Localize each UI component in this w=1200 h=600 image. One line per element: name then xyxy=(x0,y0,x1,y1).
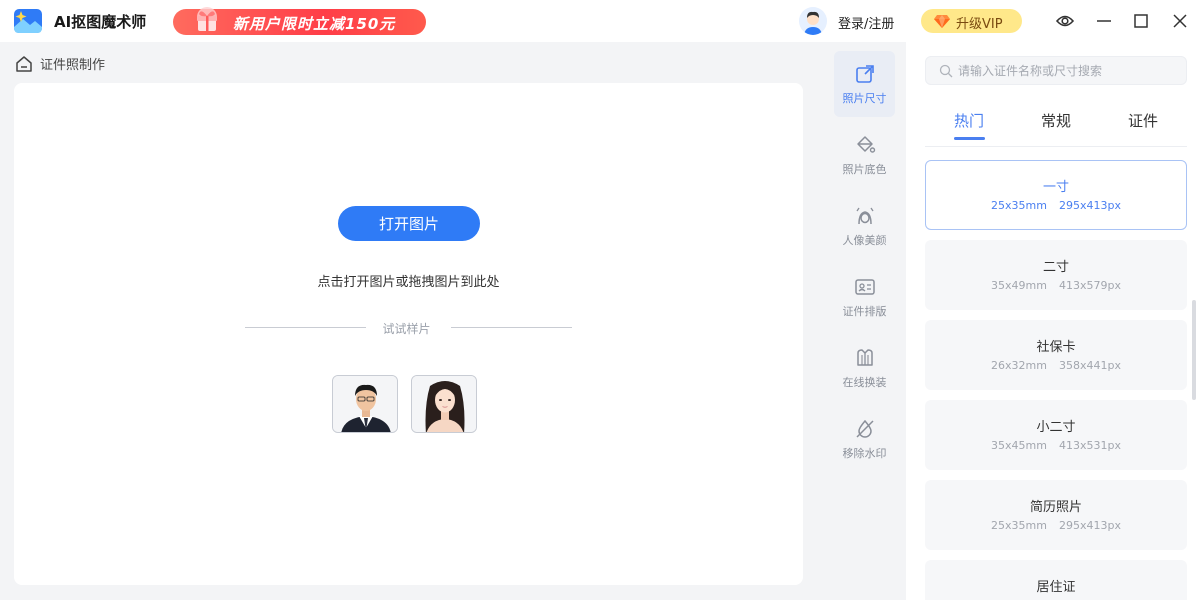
search-input[interactable] xyxy=(958,62,1178,80)
tool-portrait-beauty[interactable]: 人像美颜 xyxy=(834,193,895,259)
suit-icon xyxy=(856,349,873,366)
sample-photo-male[interactable] xyxy=(332,375,398,433)
male-portrait-icon xyxy=(333,376,397,432)
size-dims: 25x35mm 295x413px xyxy=(991,199,1121,212)
breadcrumb[interactable]: 证件照制作 xyxy=(15,54,105,73)
tool-label: 人像美颜 xyxy=(842,234,887,247)
upgrade-vip-button[interactable]: 升级VIP xyxy=(921,9,1022,33)
diamond-icon xyxy=(934,15,950,28)
user-avatar-icon xyxy=(799,7,827,35)
divider-left xyxy=(245,327,366,328)
size-name: 二寸 xyxy=(1042,260,1069,275)
tool-remove-watermark[interactable]: 移除水印 xyxy=(834,406,895,472)
portrait-beauty-icon xyxy=(855,207,874,225)
size-card-resume[interactable]: 简历照片 25x35mm 295x413px xyxy=(925,480,1187,550)
avatar[interactable] xyxy=(799,7,827,35)
tool-id-layout[interactable]: 证件排版 xyxy=(834,264,895,330)
home-icon xyxy=(16,55,32,72)
tool-label: 证件排版 xyxy=(842,305,887,318)
active-tab-indicator xyxy=(954,137,985,140)
size-dims: 35x49mm 413x579px xyxy=(991,279,1121,292)
tab-regular[interactable]: 常规 xyxy=(1041,110,1071,131)
search-icon xyxy=(939,64,953,78)
tool-photo-background[interactable]: 照片底色 xyxy=(834,122,895,188)
size-name: 小二寸 xyxy=(1036,420,1076,435)
panel-scrollbar[interactable] xyxy=(1192,300,1196,400)
close-icon[interactable] xyxy=(1170,11,1190,31)
tool-label: 移除水印 xyxy=(842,447,887,460)
id-card-icon xyxy=(854,279,875,295)
size-name: 简历照片 xyxy=(1029,500,1082,515)
app-logo-icon xyxy=(14,9,42,33)
size-dims: 26x32mm 358x441px xyxy=(991,359,1121,372)
maximize-icon[interactable] xyxy=(1131,11,1151,31)
sample-photo-female[interactable] xyxy=(411,375,477,433)
workspace: 证件照制作 打开图片 点击打开图片或拖拽图片到此处 试试样片 xyxy=(0,42,824,600)
tool-label: 照片底色 xyxy=(842,163,887,176)
size-card-two-inch[interactable]: 二寸 35x49mm 413x579px xyxy=(925,240,1187,310)
size-dims: 25x35mm 295x413px xyxy=(991,519,1121,532)
size-card-social-security[interactable]: 社保卡 26x32mm 358x441px xyxy=(925,320,1187,390)
promo-banner[interactable]: 新用户限时立减150元 xyxy=(173,7,426,35)
tool-label: 照片尺寸 xyxy=(842,92,887,105)
size-name: 一寸 xyxy=(1042,180,1069,195)
tab-id[interactable]: 证件 xyxy=(1128,110,1158,131)
divider-right xyxy=(451,327,572,328)
image-drop-zone[interactable]: 打开图片 点击打开图片或拖拽图片到此处 试试样片 xyxy=(14,83,803,585)
paint-bucket-icon xyxy=(856,136,875,153)
login-register-link[interactable]: 登录/注册 xyxy=(838,13,894,32)
app-title: AI抠图魔术师 xyxy=(54,13,147,31)
tab-hot[interactable]: 热门 xyxy=(954,110,984,131)
eye-icon[interactable] xyxy=(1055,11,1075,31)
tool-sidebar: 照片尺寸 照片底色 人像美颜 证件排版 在线换装 移除水印 xyxy=(824,42,906,600)
title-bar: AI抠图魔术师 新用户限时立减150元 登录/注册 升级VIP xyxy=(0,0,1200,42)
tool-outfit-change[interactable]: 在线换装 xyxy=(834,335,895,401)
minimize-icon[interactable] xyxy=(1094,11,1114,31)
photo-size-icon xyxy=(855,65,874,83)
size-card-one-inch[interactable]: 一寸 25x35mm 295x413px xyxy=(925,160,1187,230)
size-name: 居住证 xyxy=(1036,580,1076,595)
remove-watermark-icon xyxy=(855,419,874,438)
gift-icon xyxy=(197,7,217,31)
breadcrumb-label: 证件照制作 xyxy=(40,58,106,73)
search-box[interactable] xyxy=(925,56,1187,85)
size-card-small-two-inch[interactable]: 小二寸 35x45mm 413x531px xyxy=(925,400,1187,470)
size-panel: 热门 常规 证件 一寸 25x35mm295x413px 二寸 35x49mm4… xyxy=(906,42,1200,600)
tab-divider xyxy=(925,146,1187,147)
female-portrait-icon xyxy=(412,376,476,432)
upgrade-vip-label: 升级VIP xyxy=(956,17,1003,32)
tool-label: 在线换装 xyxy=(842,376,887,389)
size-card-residence-permit[interactable]: 居住证 xyxy=(925,560,1187,600)
tool-photo-size[interactable]: 照片尺寸 xyxy=(834,51,895,117)
open-image-button[interactable]: 打开图片 xyxy=(338,206,480,241)
size-name: 社保卡 xyxy=(1036,340,1076,355)
sample-label: 试试样片 xyxy=(382,322,431,336)
drop-hint-text: 点击打开图片或拖拽图片到此处 xyxy=(317,275,500,290)
promo-text: 新用户限时立减150元 xyxy=(233,15,396,33)
size-dims: 35x45mm 413x531px xyxy=(991,439,1121,452)
